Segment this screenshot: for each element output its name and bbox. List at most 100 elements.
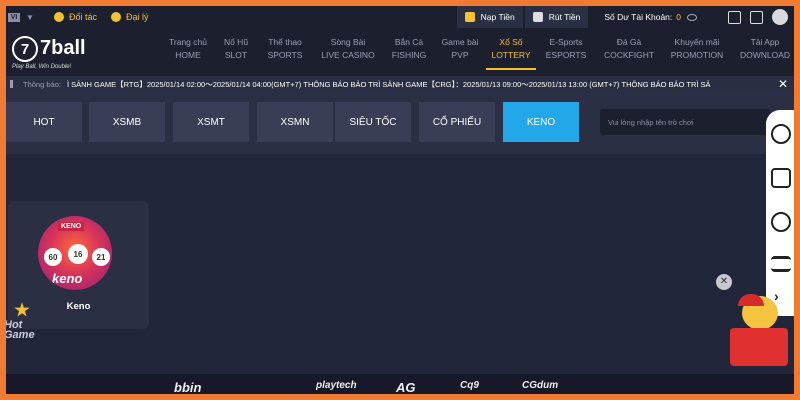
nav-label-vi: Nổ Hũ (223, 37, 249, 47)
ticker-close-button[interactable]: ✕ (776, 77, 790, 91)
nav-label-vi: Trang chủ (169, 37, 207, 47)
nav-item-sports[interactable]: Thể thao SPORTS (260, 36, 310, 70)
nav-label-en: SLOT (224, 50, 248, 60)
logo-slogan: Play Ball, Win Double! (12, 64, 72, 70)
nav-label-en: SPORTS (267, 50, 303, 60)
hot-game-text: HotGame (6, 320, 35, 341)
main-nav: 7 7ball Play Ball, Win Double! Trang chủ… (6, 28, 794, 76)
nav-item-home[interactable]: Trang chủ HOME (162, 36, 214, 70)
nav-label-en: ESPORTS (545, 50, 587, 60)
hot-game-badge[interactable]: HotGame (6, 302, 48, 348)
partner-logos-strip: bbin playtech AG Cq9 CGdum (6, 374, 794, 394)
lottery-ball: 60 (44, 248, 62, 266)
agent-link[interactable]: Đại lý (111, 12, 149, 22)
language-code: VI (8, 12, 20, 22)
nav-label-vi: Đá Gà (616, 37, 642, 47)
partner-logo: Cq9 (460, 380, 479, 391)
tab-keno[interactable]: KENO (503, 102, 579, 142)
crown-icon (111, 12, 122, 22)
nav-item-pvp[interactable]: Game bài PVP (438, 36, 482, 70)
nav-item-slot[interactable]: Nổ Hũ SLOT (216, 36, 256, 70)
money-bag-icon (532, 12, 543, 22)
spin-wheel-icon[interactable] (771, 212, 791, 232)
tab-co-phieu[interactable]: CỔ PHIẾU (419, 102, 495, 142)
keno-image-logo: keno (52, 271, 83, 286)
star-icon (14, 302, 30, 317)
lottery-ball: 16 (68, 244, 88, 264)
support-24h-icon[interactable] (771, 124, 791, 144)
gift-icon[interactable] (728, 10, 741, 24)
logo-text: 7ball (40, 37, 86, 59)
nav-label-en: FISHING (391, 50, 427, 60)
keno-image-title: KENO (58, 222, 85, 231)
nav-item-esports[interactable]: E-Sports ESPORTS (542, 36, 590, 70)
nav-label-en: LOTTERY (491, 50, 531, 60)
tab-sieu-toc[interactable]: SIÊU TỐC (335, 102, 411, 142)
hot-game-line2: Game (6, 329, 35, 341)
nav-label-vi: Thể thao (268, 37, 302, 47)
menu-icon[interactable] (771, 256, 791, 272)
nav-item-fishing[interactable]: Bắn Cá FISHING (386, 36, 432, 70)
nav-label-vi: Tải App (750, 37, 780, 47)
tab-xsmt[interactable]: XSMT (173, 102, 249, 142)
ticker-label: Thông báo: (23, 79, 61, 89)
partner-logo: CGdum (522, 380, 559, 391)
promo-close-button[interactable]: ✕ (716, 274, 732, 290)
nav-item-cockfight[interactable]: Đá Gà COCKFIGHT (600, 36, 658, 70)
tab-xsmn[interactable]: XSMN (257, 102, 333, 142)
nav-label-vi: Khuyến mãi (674, 37, 720, 47)
balance-label: Số Dư Tài Khoản: (604, 12, 673, 22)
deposit-label: Nạp Tiền (480, 12, 515, 22)
nav-item-download[interactable]: Tải App DOWNLOAD (736, 36, 794, 70)
partner-link[interactable]: Đối tác (54, 12, 97, 22)
right-side-rail: › (766, 110, 794, 316)
red-envelope-icon (730, 328, 788, 366)
piggy-bank-icon (464, 12, 475, 22)
agent-label: Đại lý (126, 12, 149, 22)
nav-label-en: PVP (451, 50, 469, 60)
nav-label-vi: Game bài (441, 37, 479, 47)
nav-label-en: PROMOTION (670, 50, 724, 60)
logo-mark: 7 (12, 36, 38, 62)
balance-display: Số Dư Tài Khoản: 0 (604, 12, 681, 22)
nav-label-vi: E-Sports (549, 37, 583, 47)
nav-label-en: COCKFIGHT (603, 50, 655, 60)
partner-label: Đối tác (69, 12, 98, 22)
deposit-button[interactable]: Nạp Tiền (456, 6, 523, 28)
tab-xsmb[interactable]: XSMB (89, 102, 165, 142)
withdraw-button[interactable]: Rút Tiền (524, 6, 589, 28)
nav-item-promotion[interactable]: Khuyến mãi PROMOTION (666, 36, 728, 70)
nav-label-en: LIVE CASINO (321, 50, 375, 60)
brand-logo[interactable]: 7 7ball Play Ball, Win Double! (12, 34, 98, 72)
language-selector[interactable]: VI ▼ (8, 10, 40, 24)
app-frame: VI ▼ Đối tác Đại lý Nạp Tiền Rút Tiền Số… (6, 6, 794, 394)
lottery-tabs: HOT XSMB XSMT XSMN SIÊU TỐC CỔ PHIẾU KEN… (6, 92, 794, 154)
chevron-down-icon: ▼ (26, 12, 34, 22)
nav-label-en: DOWNLOAD (739, 50, 791, 60)
ticker-message: Ì SẢNH GAME【RTG】2025/01/14 02:00～2025/01… (66, 79, 711, 89)
medal-icon (54, 12, 64, 22)
promo-mascot-envelope[interactable] (728, 294, 794, 370)
nav-item-lottery[interactable]: Xổ Số LOTTERY (486, 36, 536, 70)
eye-icon[interactable] (687, 13, 697, 21)
speaker-icon (10, 80, 13, 88)
withdraw-label: Rút Tiền (548, 12, 581, 22)
mail-icon[interactable] (771, 168, 791, 188)
balance-value: 0 (676, 12, 681, 22)
keno-game-image: KENO 60 16 21 keno (38, 216, 112, 290)
profile-card-icon[interactable] (750, 10, 763, 24)
partner-logo: bbin (174, 380, 202, 394)
lottery-ball: 21 (92, 248, 110, 266)
top-bar-right: Nạp Tiền Rút Tiền Số Dư Tài Khoản: 0 (456, 6, 794, 28)
tab-hot[interactable]: HOT (6, 102, 82, 142)
game-search-input[interactable]: Vui lòng nhập tên trò chơi (600, 109, 770, 135)
top-bar: VI ▼ Đối tác Đại lý Nạp Tiền Rút Tiền Số… (6, 6, 794, 28)
nav-item-live-casino[interactable]: Sòng Bài LIVE CASINO (320, 36, 376, 70)
nav-label-vi: Xổ Số (499, 37, 523, 47)
partner-logo: playtech (316, 380, 357, 391)
nav-label-en: HOME (175, 50, 201, 60)
nav-label-vi: Bắn Cá (394, 37, 424, 47)
announcement-ticker: Thông báo: Ì SẢNH GAME【RTG】2025/01/14 02… (6, 76, 794, 92)
partner-logo: AG (396, 380, 416, 394)
avatar[interactable] (772, 9, 788, 25)
